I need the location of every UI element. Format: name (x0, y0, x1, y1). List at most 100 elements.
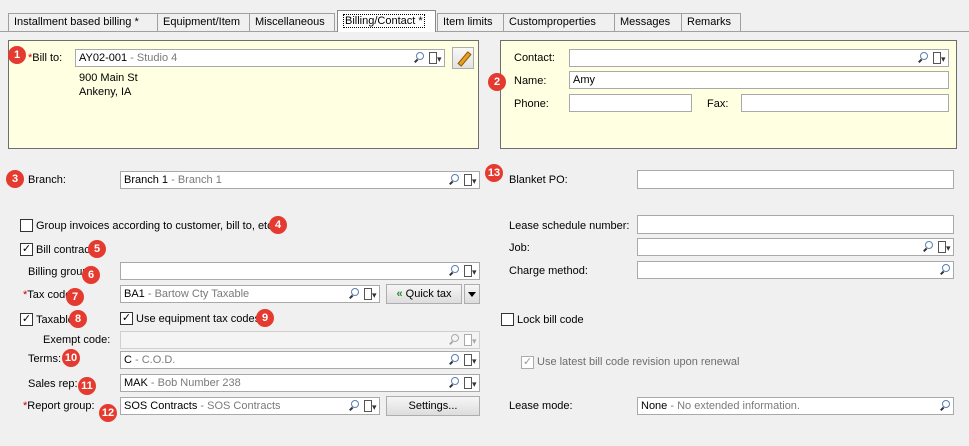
lookup-icon[interactable] (448, 377, 460, 389)
lookup-icon[interactable] (413, 52, 425, 64)
branch-field[interactable]: Branch 1 - Branch 1 (120, 171, 480, 189)
bill-to-field[interactable]: AY02-001 - Studio 4 (75, 49, 445, 67)
lookup-icon[interactable] (348, 288, 360, 300)
lock-bill-code-checkbox[interactable] (501, 313, 514, 326)
billing-group-field[interactable] (120, 262, 480, 280)
lock-bill-code-label: Lock bill code (517, 314, 584, 326)
use-equipment-tax-label: Use equipment tax codes (136, 313, 261, 325)
callout-badge-12: 12 (99, 404, 117, 422)
callout-badge-13: 13 (485, 164, 503, 182)
tab-customproperties[interactable]: Customproperties (503, 13, 615, 31)
document-menu-icon[interactable] (463, 173, 477, 188)
check-icon: ✓ (21, 313, 32, 325)
tax-code-code: BA1 (124, 288, 145, 300)
sales-rep-desc: Bob Number 238 (157, 377, 241, 389)
tab-miscellaneous[interactable]: Miscellaneous (249, 13, 335, 31)
report-group-label: *Report group: (23, 399, 95, 413)
exempt-code-label: Exempt code: (43, 334, 111, 346)
contact-field[interactable] (569, 49, 949, 67)
document-menu-icon[interactable] (363, 287, 377, 302)
lookup-icon[interactable] (939, 264, 951, 276)
callout-badge-3: 3 (6, 170, 24, 188)
check-icon: ✓ (522, 356, 533, 368)
bill-to-code: AY02-001 (79, 52, 128, 64)
tab-label: Customproperties (509, 16, 596, 28)
tab-label: Miscellaneous (255, 16, 325, 28)
lease-mode-code: None (641, 400, 668, 412)
document-menu-icon[interactable] (428, 51, 442, 66)
branch-code: Branch 1 (124, 174, 169, 186)
check-icon: ✓ (121, 312, 132, 324)
lookup-icon[interactable] (922, 241, 934, 253)
tab-label: Messages (620, 16, 671, 28)
callout-badge-9: 9 (256, 309, 274, 327)
use-equipment-tax-checkbox[interactable]: ✓ (120, 312, 133, 325)
lease-mode-desc: No extended information. (677, 400, 800, 412)
quick-tax-button[interactable]: « Quick tax (386, 284, 462, 304)
lease-schedule-field[interactable] (637, 215, 954, 234)
branch-desc: Branch 1 (177, 174, 222, 186)
tab-item-limits[interactable]: Item limits (437, 13, 504, 31)
edit-bill-to-button[interactable] (452, 47, 474, 69)
check-icon: ✓ (21, 243, 32, 255)
tab-messages[interactable]: Messages (614, 13, 682, 31)
separator: - (197, 400, 208, 412)
dropdown-arrow-icon (468, 291, 476, 297)
lookup-icon[interactable] (448, 265, 460, 277)
lookup-icon[interactable] (448, 174, 460, 186)
report-group-field[interactable]: SOS Contracts - SOS Contracts (120, 397, 380, 415)
job-field[interactable] (637, 238, 954, 256)
sales-rep-field[interactable]: MAK - Bob Number 238 (120, 374, 480, 392)
callout-badge-6: 6 (82, 266, 100, 284)
document-menu-icon[interactable] (932, 51, 946, 66)
charge-method-label: Charge method: (509, 265, 588, 277)
terms-field[interactable]: C - C.O.D. (120, 351, 480, 369)
terms-label: Terms: (28, 353, 61, 365)
quick-tax-label: Quick tax (405, 288, 452, 300)
lease-mode-field[interactable]: None - No extended information. (637, 397, 954, 415)
blanket-po-field[interactable] (637, 170, 954, 189)
lease-schedule-label: Lease schedule number: (509, 220, 630, 232)
name-field[interactable]: Amy (569, 71, 949, 89)
lookup-icon[interactable] (448, 354, 460, 366)
document-menu-icon[interactable] (463, 376, 477, 391)
fax-field[interactable] (741, 94, 949, 112)
tax-code-field[interactable]: BA1 - Bartow Cty Taxable (120, 285, 380, 303)
quick-tax-dropdown-button[interactable] (464, 284, 480, 304)
report-group-label-text: Report group: (27, 400, 95, 412)
use-latest-revision-label: Use latest bill code revision upon renew… (537, 356, 740, 368)
tab-installment-billing[interactable]: Installment based billing * (8, 13, 158, 31)
bill-to-desc: Studio 4 (136, 52, 178, 64)
lease-mode-label: Lease mode: (509, 400, 573, 412)
use-latest-revision-checkbox: ✓ (521, 356, 534, 369)
group-invoices-checkbox[interactable] (20, 219, 33, 232)
separator: - (147, 377, 158, 389)
taxable-checkbox[interactable]: ✓ (20, 313, 33, 326)
tab-label: Equipment/Item (163, 16, 241, 28)
document-menu-icon (463, 333, 477, 348)
tab-label: Installment based billing * (14, 16, 139, 28)
tab-remarks[interactable]: Remarks (681, 13, 741, 31)
sales-rep-code: MAK (124, 377, 148, 389)
tab-billing-contact[interactable]: Billing/Contact * (337, 10, 436, 32)
phone-field[interactable] (569, 94, 692, 112)
lookup-icon[interactable] (348, 400, 360, 412)
bill-to-address-line1: 900 Main St (79, 72, 138, 84)
name-value: Amy (573, 74, 595, 86)
callout-badge-4: 4 (269, 216, 287, 234)
sales-rep-label: Sales rep: (28, 378, 78, 390)
contact-label: Contact: (514, 52, 555, 64)
document-menu-icon[interactable] (363, 399, 377, 414)
contact-lookup-icon[interactable] (917, 52, 929, 64)
double-arrow-left-icon: « (396, 288, 403, 300)
charge-method-field[interactable] (637, 261, 954, 279)
lookup-icon[interactable] (939, 400, 951, 412)
terms-code: C (124, 354, 132, 366)
tab-equipment-item[interactable]: Equipment/Item (157, 13, 250, 31)
bill-contract-checkbox[interactable]: ✓ (20, 243, 33, 256)
document-menu-icon[interactable] (937, 240, 951, 255)
settings-button[interactable]: Settings... (386, 396, 480, 416)
callout-badge-5: 5 (88, 240, 106, 258)
document-menu-icon[interactable] (463, 353, 477, 368)
document-menu-icon[interactable] (463, 264, 477, 279)
